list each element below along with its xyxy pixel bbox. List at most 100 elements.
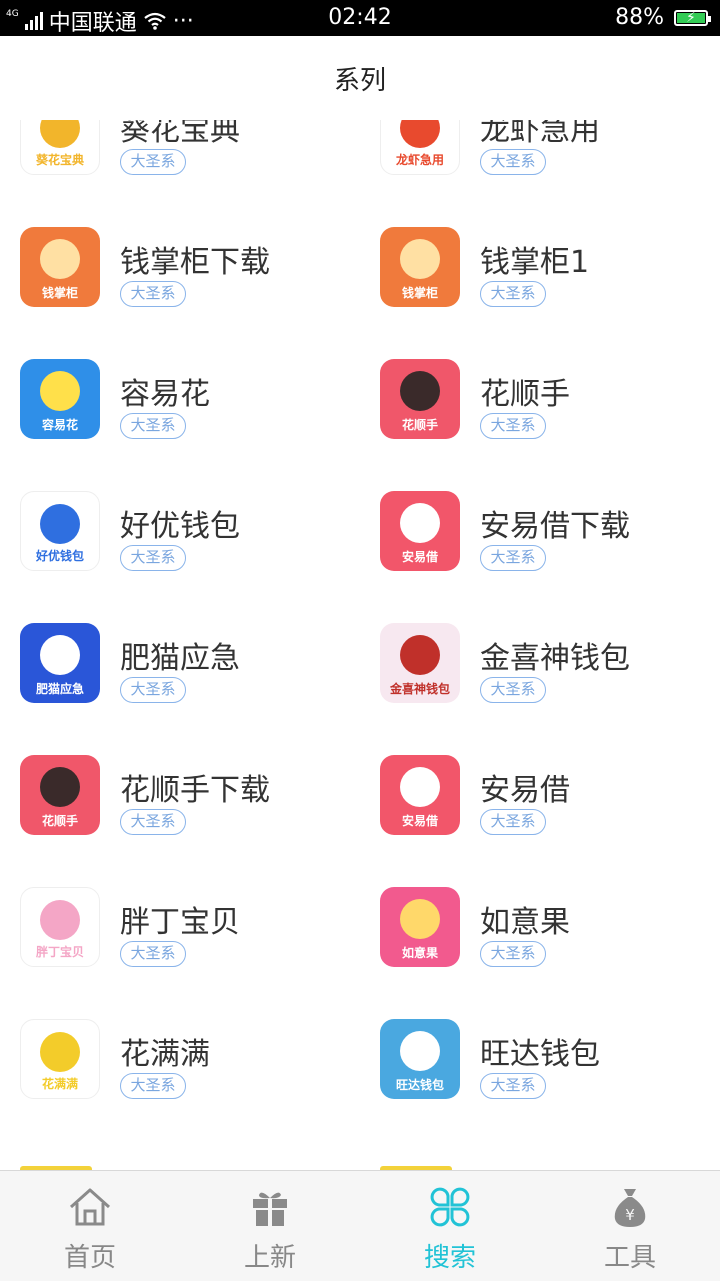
- app-icon[interactable]: 金喜神钱包: [380, 623, 460, 703]
- app-icon-mascot: [400, 899, 440, 939]
- app-name: 花满满: [120, 1037, 210, 1072]
- app-icon-mascot: [40, 900, 80, 940]
- app-icon-mascot: [40, 635, 80, 675]
- app-icon[interactable]: 钱掌柜: [380, 227, 460, 307]
- money-bag-icon: ¥: [614, 1189, 646, 1227]
- series-tag: 大圣系: [480, 809, 546, 835]
- app-icon-caption: 旺达钱包: [395, 1078, 444, 1092]
- app-icon-caption: 花顺手: [41, 814, 78, 828]
- app-item[interactable]: 花顺手 花顺手 大圣系: [360, 359, 720, 491]
- app-icon[interactable]: 花顺手: [20, 755, 100, 835]
- tab-label: 首页: [63, 1243, 116, 1273]
- series-tag: 大圣系: [120, 1073, 186, 1099]
- app-item[interactable]: 容易花 容易花 大圣系: [0, 359, 360, 491]
- app-name: 好优钱包: [120, 509, 240, 544]
- app-icon-mascot: [400, 239, 440, 279]
- status-bar: 4G 中国联通 ··· 02:42 88% ⚡: [0, 0, 720, 36]
- app-item[interactable]: 钱掌柜 钱掌柜下载 大圣系: [0, 227, 360, 359]
- tab-label: 上新: [243, 1243, 296, 1273]
- app-icon[interactable]: 花满满: [20, 1019, 100, 1099]
- app-name: 花顺手下载: [120, 773, 270, 808]
- tab-tools[interactable]: ¥ 工具: [540, 1171, 720, 1281]
- app-item[interactable]: 安易借 安易借下载 大圣系: [360, 491, 720, 623]
- app-icon-mascot: [40, 1032, 80, 1072]
- tab-label: 搜索: [423, 1243, 476, 1273]
- clover-icon: [430, 1187, 470, 1227]
- app-icon-mascot: [40, 239, 80, 279]
- app-name: 金喜神钱包: [480, 641, 630, 676]
- app-name: 旺达钱包: [480, 1037, 600, 1072]
- page-title: 系列: [0, 36, 720, 120]
- app-icon[interactable]: 葵花宝典: [20, 120, 100, 175]
- app-icon-caption: 花顺手: [401, 418, 438, 432]
- app-name: 葵花宝典: [120, 120, 240, 148]
- app-icon-caption: 金喜神钱包: [389, 682, 450, 696]
- app-item[interactable]: 金喜神钱包 金喜神钱包 大圣系: [360, 623, 720, 755]
- app-icon-mascot: [400, 767, 440, 807]
- battery-percent: 88%: [615, 5, 664, 30]
- app-icon-mascot: [40, 371, 80, 411]
- app-item[interactable]: 旺达钱包 旺达钱包 大圣系: [360, 1019, 720, 1151]
- app-name: 花顺手: [480, 377, 570, 412]
- app-name: 肥猫应急: [120, 641, 240, 676]
- app-item[interactable]: 龙虾急用 龙虾急用 大圣系: [360, 120, 720, 227]
- clock: 02:42: [328, 5, 392, 30]
- app-icon[interactable]: 如意果: [380, 887, 460, 967]
- app-icon-caption: 葵花宝典: [35, 153, 84, 167]
- app-icon-caption: 花满满: [41, 1077, 78, 1091]
- app-icon-caption: 安易借: [401, 550, 438, 564]
- battery-icon: ⚡: [674, 9, 711, 26]
- series-tag: 大圣系: [120, 281, 186, 307]
- app-list[interactable]: 葵花宝典 葵花宝典 大圣系 龙虾急用 龙虾急用 大圣系 钱掌柜 钱掌柜下载 大圣系 钱掌柜 钱掌柜1…: [0, 120, 720, 1170]
- app-item[interactable]: 胖丁宝贝 胖丁宝贝 大圣系: [0, 887, 360, 1019]
- app-item[interactable]: 钱掌柜 钱掌柜1 大圣系: [360, 227, 720, 359]
- app-icon-caption: 钱掌柜: [41, 286, 78, 300]
- app-icon[interactable]: 安易借: [380, 491, 460, 571]
- app-name: 钱掌柜1: [480, 245, 590, 280]
- app-icon[interactable]: 钱掌柜: [20, 227, 100, 307]
- app-item[interactable]: 葵花宝典 葵花宝典 大圣系: [0, 120, 360, 227]
- series-tag: 大圣系: [120, 941, 186, 967]
- app-name: 容易花: [120, 377, 210, 412]
- app-icon[interactable]: 安易借: [380, 755, 460, 835]
- app-icon[interactable]: 好优钱包: [20, 491, 100, 571]
- app-icon[interactable]: 花顺手: [380, 359, 460, 439]
- app-icon-mascot: [40, 767, 80, 807]
- app-icon[interactable]: 容易花: [20, 359, 100, 439]
- app-item[interactable]: 花顺手 花顺手下载 大圣系: [0, 755, 360, 887]
- app-icon[interactable]: 龙虾急用: [380, 120, 460, 175]
- app-icon-caption: 安易借: [401, 814, 438, 828]
- app-name: 如意果: [480, 905, 570, 940]
- bottom-tab-bar: 首页 上新 搜索 ¥ 工具: [0, 1170, 720, 1281]
- app-icon-mascot: [400, 503, 440, 543]
- series-tag: 大圣系: [120, 413, 186, 439]
- app-item[interactable]: 花满满 花满满 大圣系: [0, 1019, 360, 1151]
- app-icon[interactable]: 旺达钱包: [380, 1019, 460, 1099]
- series-tag: 大圣系: [480, 413, 546, 439]
- tab-label: 工具: [603, 1243, 656, 1273]
- tab-home[interactable]: 首页: [0, 1171, 180, 1281]
- tab-search[interactable]: 搜索: [360, 1171, 540, 1281]
- series-tag: 大圣系: [480, 149, 546, 175]
- app-item[interactable]: 如意果 如意果 大圣系: [360, 887, 720, 1019]
- app-icon[interactable]: 肥猫应急: [20, 623, 100, 703]
- app-icon-mascot: [400, 371, 440, 411]
- app-icon-caption: 容易花: [41, 418, 78, 432]
- app-item[interactable]: 安易借 安易借 大圣系: [360, 755, 720, 887]
- gift-icon: [253, 1192, 287, 1226]
- series-tag: 大圣系: [480, 677, 546, 703]
- series-tag: 大圣系: [120, 677, 186, 703]
- home-icon: [69, 1188, 111, 1226]
- app-icon-caption: 好优钱包: [35, 549, 84, 563]
- app-name: 安易借: [480, 773, 570, 808]
- tab-new[interactable]: 上新: [180, 1171, 360, 1281]
- series-tag: 大圣系: [480, 941, 546, 967]
- series-tag: 大圣系: [120, 809, 186, 835]
- series-tag: 大圣系: [480, 281, 546, 307]
- app-icon[interactable]: 胖丁宝贝: [20, 887, 100, 967]
- app-item[interactable]: 肥猫应急 肥猫应急 大圣系: [0, 623, 360, 755]
- app-item[interactable]: 好优钱包 好优钱包 大圣系: [0, 491, 360, 623]
- app-icon-caption: 龙虾急用: [395, 153, 444, 167]
- series-tag: 大圣系: [480, 545, 546, 571]
- series-tag: 大圣系: [120, 545, 186, 571]
